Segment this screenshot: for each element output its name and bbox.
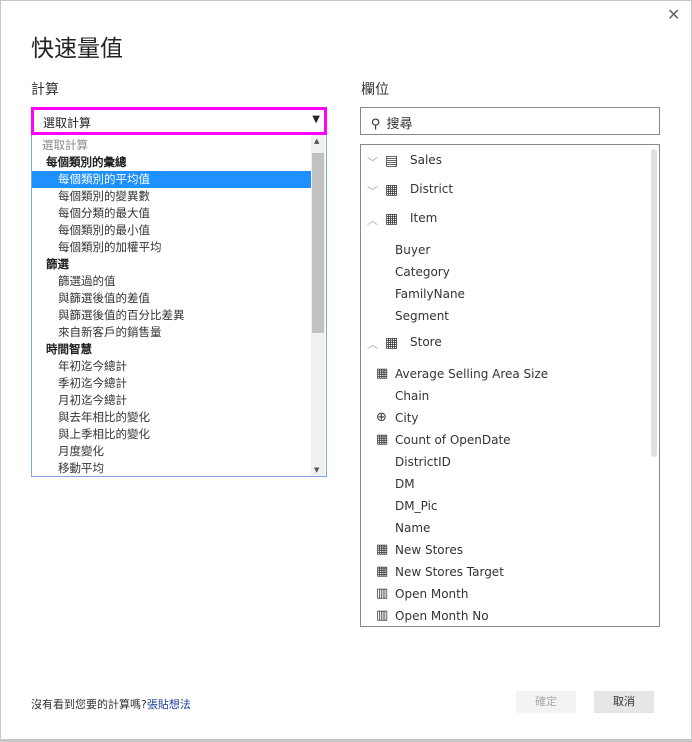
footer-text: 沒有看到您要的計算嗎?張貼想法 (31, 696, 191, 712)
list-group-header: 時間智慧 (46, 342, 92, 356)
list-item[interactable]: 每個類別的最小值 (32, 222, 312, 239)
fields-label: 欄位 (361, 82, 389, 98)
list-item[interactable]: 來自新客戶的銷售量 (32, 324, 312, 341)
field-item[interactable]: New Stores (395, 543, 463, 557)
list-item: 選取計算 (42, 138, 88, 152)
list-item[interactable]: 月度變化 (32, 443, 312, 460)
calculated-column-icon: ▥ (376, 586, 389, 601)
calculator-icon: ▦ (376, 564, 389, 579)
list-item[interactable]: 與上季相比的變化 (32, 426, 312, 443)
table-icon: ▦ (385, 335, 399, 351)
search-placeholder: 搜尋 (386, 117, 413, 132)
list-item[interactable]: 季初迄今總計 (32, 375, 312, 392)
field-item[interactable]: New Stores Target (395, 565, 504, 579)
calculation-dropdown[interactable]: 選取計算 ▼ (31, 107, 327, 135)
list-item[interactable]: 每個類別的變異數 (32, 188, 312, 205)
field-item[interactable]: Chain (395, 389, 429, 403)
table-icon: ▦ (385, 182, 399, 198)
list-item[interactable]: 篩選過的值 (32, 273, 312, 290)
field-item[interactable]: FamilyNane (395, 287, 465, 301)
calculation-list: 選取計算每個類別的彙總每個類別的平均值 每個類別的變異數 每個分類的最大值 每個類別的… (31, 135, 327, 477)
field-item[interactable]: DistrictID (395, 455, 451, 469)
list-group-header: 每個類別的彙總 (46, 155, 127, 169)
list-scrollbar[interactable]: ▲ ▼ (311, 135, 325, 476)
list-item[interactable]: 與去年相比的變化 (32, 409, 312, 426)
calculation-selected: 選取計算 (43, 116, 92, 130)
dialog-title: 快速量值 (31, 36, 123, 62)
field-item[interactable]: Segment (395, 309, 449, 323)
field-item[interactable]: Open Month No (395, 609, 489, 623)
list-item[interactable]: 與篩選後值的差值 (32, 290, 312, 307)
calculator-table-icon: ▤ (385, 153, 399, 169)
ok-button[interactable]: 確定 (516, 691, 576, 713)
fields-scrollbar[interactable] (651, 149, 657, 457)
list-item[interactable]: 移動平均 (32, 460, 312, 476)
field-item[interactable]: Name (395, 521, 430, 535)
calculator-icon: ▦ (376, 366, 389, 381)
table-item[interactable]: Sales (410, 153, 442, 167)
field-item[interactable]: City (395, 411, 419, 425)
quick-measures-dialog: 快速量值 ✕ 計算 選取計算 ▼ 選取計算每個類別的彙總每個類別的平均值 每個類別… (0, 0, 692, 742)
globe-icon: ⊕ (376, 410, 387, 425)
scrollbar-thumb[interactable] (312, 153, 324, 333)
field-item[interactable]: Open Month (395, 587, 468, 601)
calculator-icon: ▦ (376, 542, 389, 557)
list-item[interactable]: 每個類別的平均值 (32, 171, 312, 188)
post-idea-link[interactable]: 張貼想法 (147, 698, 191, 711)
list-item[interactable]: 月初迄今總計 (32, 392, 312, 409)
chevron-up-icon[interactable]: ︿ (367, 336, 378, 352)
search-icon: ⚲ (371, 117, 381, 132)
chevron-down-icon[interactable]: ﹀ (367, 183, 378, 199)
calculator-icon: ▦ (376, 432, 389, 447)
fields-tree: ﹀ ▤ Sales ﹀ ▦ District ︿ ▦ Item Buyer Category Fami… (360, 144, 660, 627)
field-item[interactable]: Buyer (395, 243, 430, 257)
table-icon: ▦ (385, 211, 399, 227)
chevron-up-icon[interactable]: ︿ (367, 212, 378, 228)
footer-question: 沒有看到您要的計算嗎? (31, 698, 147, 711)
table-item[interactable]: Store (410, 335, 442, 349)
list-item[interactable]: 與篩選後值的百分比差異 (32, 307, 312, 324)
field-item[interactable]: DM (395, 477, 415, 491)
fields-search-input[interactable]: ⚲ 搜尋 (360, 107, 660, 135)
calculated-column-icon: ▥ (376, 608, 389, 623)
list-item[interactable]: 每個分類的最大值 (32, 205, 312, 222)
table-item[interactable]: Item (410, 211, 437, 225)
calculation-label: 計算 (31, 82, 59, 98)
list-item[interactable]: 年初迄今總計 (32, 358, 312, 375)
chevron-down-icon[interactable]: ﹀ (367, 154, 378, 170)
dropdown-arrow-icon[interactable]: ▼ (312, 114, 320, 125)
scroll-down-icon[interactable]: ▼ (314, 466, 319, 474)
field-item[interactable]: Category (395, 265, 450, 279)
field-item[interactable]: DM_Pic (395, 499, 438, 513)
list-item[interactable]: 每個類別的加權平均 (32, 239, 312, 256)
cancel-button[interactable]: 取消 (594, 691, 654, 713)
close-icon[interactable]: ✕ (667, 5, 680, 24)
scroll-up-icon[interactable]: ▲ (314, 137, 319, 145)
list-group-header: 篩選 (46, 257, 69, 271)
field-item[interactable]: Count of OpenDate (395, 433, 511, 447)
table-item[interactable]: District (410, 182, 453, 196)
field-item[interactable]: Average Selling Area Size (395, 367, 548, 381)
